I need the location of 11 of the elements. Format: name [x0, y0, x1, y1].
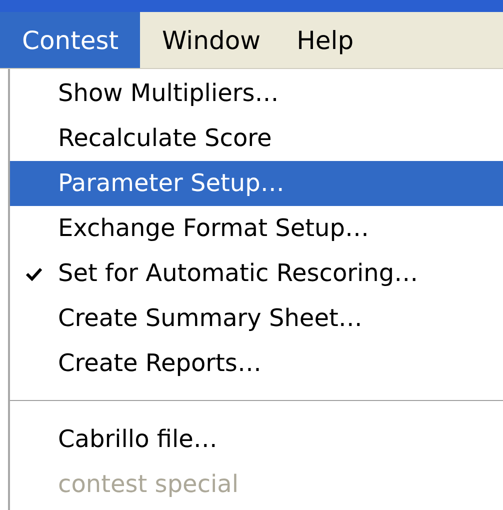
menu-item[interactable]: Exchange Format Setup… [10, 206, 503, 251]
menu-item[interactable]: Parameter Setup… [10, 161, 503, 206]
menu-bar-item[interactable]: Help [274, 12, 368, 68]
menu-bar-item[interactable]: Contest [0, 12, 140, 68]
menu-bar-item[interactable]: Window [140, 12, 275, 68]
menu-item[interactable]: Cabrillo file… [10, 417, 503, 462]
menu-item[interactable]: Recalculate Score [10, 116, 503, 161]
menu-item[interactable]: Show Multipliers… [10, 71, 503, 116]
menu-item[interactable]: Set for Automatic Rescoring… [10, 251, 503, 296]
menu-item[interactable]: Create Summary Sheet… [10, 296, 503, 341]
menu-item[interactable]: Create Reports… [10, 341, 503, 386]
